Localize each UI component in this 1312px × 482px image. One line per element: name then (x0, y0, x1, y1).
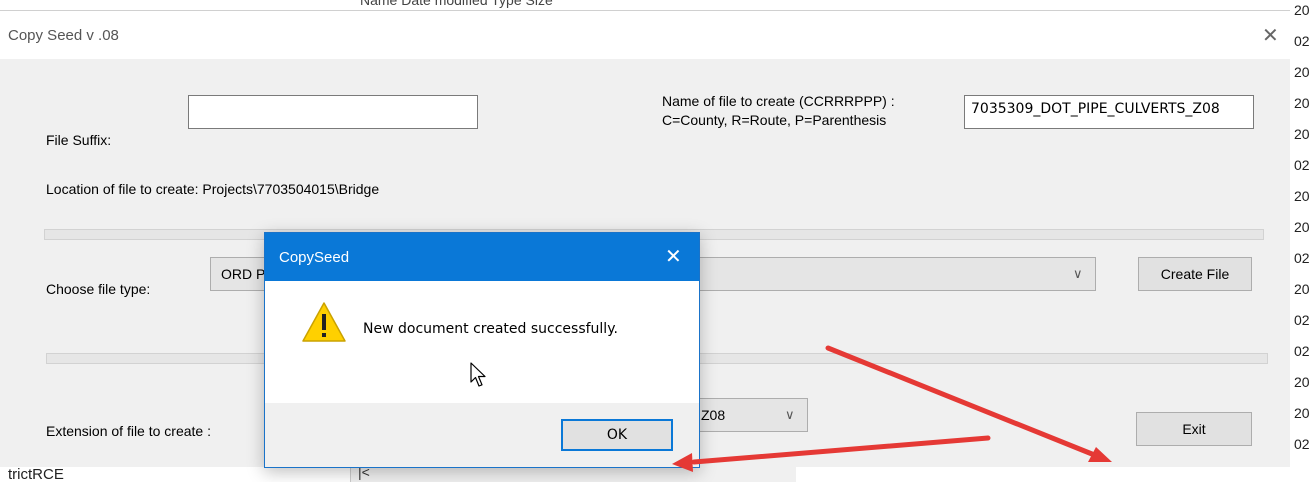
background-strip-text: 20 (1294, 374, 1310, 390)
extension-label: Extension of file to create : (46, 423, 211, 439)
background-window-top: Name Date modified Type Size (0, 0, 1312, 10)
background-scrollbar[interactable] (350, 466, 796, 482)
background-strip-text: 20 (1294, 95, 1310, 111)
copyseed-dialog: CopySeed ✕ New document created successf… (264, 232, 700, 468)
extension-select[interactable]: Z08 ∨ (690, 398, 808, 432)
background-header-text: Name Date modified Type Size (360, 0, 553, 8)
background-strip-text: 20 (1294, 219, 1310, 235)
background-bottom-text: trictRCE (8, 466, 64, 482)
name-label-line1: Name of file to create (CCRRRPPP) : (662, 93, 895, 109)
background-strip-text: 20 (1294, 126, 1310, 142)
background-strip-text: 20 (1294, 188, 1310, 204)
background-strip-text: 02 (1294, 436, 1310, 452)
create-file-button[interactable]: Create File (1138, 257, 1252, 291)
background-strip-text: 02 (1294, 157, 1310, 173)
background-strip-text: 20 (1294, 64, 1310, 80)
dialog-titlebar: CopySeed ✕ (265, 233, 699, 281)
background-bottom-strip: trictRCE |< (0, 466, 1312, 482)
ok-button[interactable]: OK (561, 419, 673, 451)
scroll-left-icon[interactable]: |< (358, 466, 370, 480)
dialog-message: New document created successfully. (363, 321, 618, 337)
file-suffix-input[interactable] (188, 95, 478, 129)
background-strip-text: 02 (1294, 250, 1310, 266)
background-strip-text: 02 (1294, 33, 1310, 49)
mouse-cursor-icon (470, 362, 488, 392)
dialog-footer: OK (265, 403, 699, 467)
file-name-input[interactable]: 7035309_DOT_PIPE_CULVERTS_Z08 (964, 95, 1254, 129)
background-strip-text: 02 (1294, 312, 1310, 328)
dialog-title: CopySeed (279, 249, 350, 266)
chevron-down-icon: ∨ (785, 407, 795, 422)
close-icon[interactable]: ✕ (1262, 23, 1279, 48)
background-strip-text: 20 (1294, 281, 1310, 297)
exit-button[interactable]: Exit (1136, 412, 1252, 446)
file-type-label: Choose file type: (46, 281, 151, 297)
background-strip-text: 02 (1294, 343, 1310, 359)
warning-icon (301, 301, 347, 347)
background-strip-text: 20 (1294, 2, 1310, 18)
main-titlebar: Copy Seed v .08 ✕ (0, 11, 1290, 59)
file-type-value: ORD P (221, 266, 266, 282)
chevron-down-icon: ∨ (1073, 266, 1083, 281)
window-title: Copy Seed v .08 (8, 27, 119, 44)
location-label: Location of file to create: Projects\770… (46, 181, 380, 197)
name-label-line2: C=County, R=Route, P=Parenthesis (662, 112, 887, 128)
background-strip-text: 20 (1294, 405, 1310, 421)
file-suffix-label: File Suffix: (46, 132, 112, 148)
close-icon[interactable]: ✕ (665, 244, 682, 269)
extension-value: Z08 (701, 407, 726, 423)
